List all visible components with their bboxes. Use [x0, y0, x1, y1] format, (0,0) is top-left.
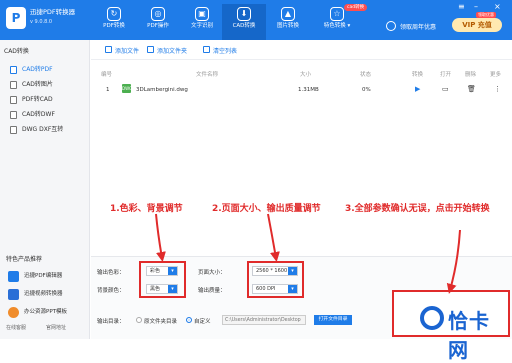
- arrow-1: [155, 213, 166, 262]
- arrow-3: [446, 229, 461, 294]
- watermark-text: 恰卡网: [448, 309, 490, 362]
- arrow-2: [267, 213, 280, 262]
- annotation-arrows: [155, 213, 461, 294]
- watermark-q-icon: [420, 306, 444, 330]
- watermark-logo: 恰卡网: [414, 302, 510, 362]
